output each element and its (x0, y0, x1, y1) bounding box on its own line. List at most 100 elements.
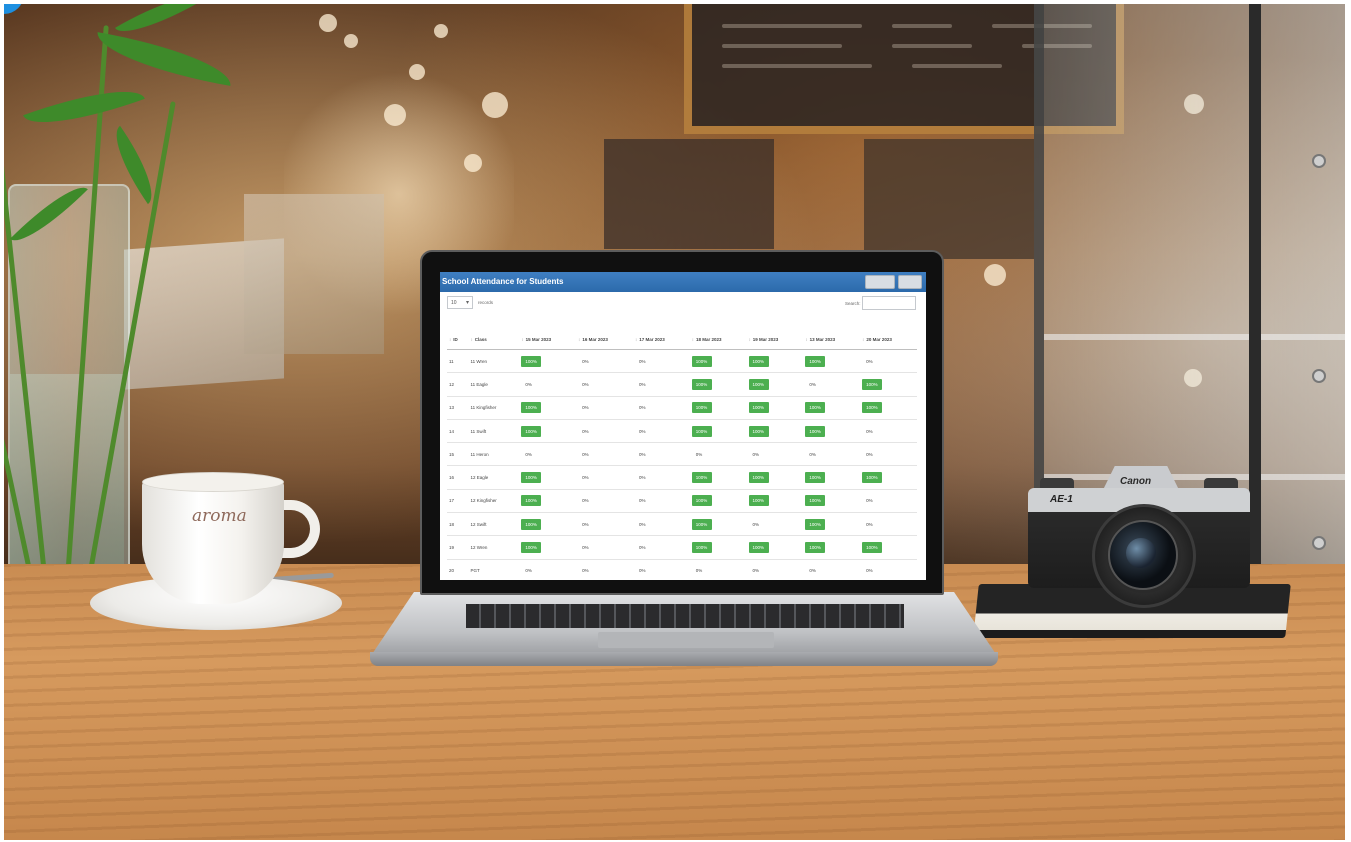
cafe-photo: aroma Canon AE-1 School Attendance for S… (4, 4, 1345, 840)
table-row[interactable]: 19 12 Wren 100% 0% 0% 100% 100% 100% 100% (447, 535, 917, 560)
attendance-cell: 0% (746, 442, 804, 466)
attendance-cell: 0% (689, 558, 747, 580)
column-header[interactable]: ↕ 20 Mar 2023 (860, 330, 917, 350)
attendance-cell: 0% (632, 558, 690, 580)
attendance-percent: 100% (748, 495, 769, 507)
attendance-cell: 100% (689, 348, 747, 373)
attendance-cell: 0% (632, 372, 690, 397)
attendance-cell: 0% (519, 558, 577, 580)
page-length-select[interactable]: 10 (447, 296, 473, 309)
column-header[interactable]: ↕ ID (447, 330, 469, 350)
column-header[interactable]: ↕ 13 Mar 2023 (803, 330, 861, 350)
table-row[interactable]: 17 12 Kingfisher 100% 0% 0% 100% 100% 100% 0% (447, 488, 917, 513)
attendance-cell: 100% (746, 348, 804, 373)
attendance-cell: 0% (803, 558, 861, 580)
table-row[interactable]: 15 11 Heron 0% 0% 0% 0% 0% 0% 0% (447, 442, 917, 466)
row-class: 11 Kingfisher (468, 395, 520, 420)
attendance-cell: 0% (860, 558, 917, 580)
attendance-cell: 100% (519, 348, 577, 373)
attendance-percent: 100% (805, 472, 826, 484)
table-row[interactable]: 11 11 Wren 100% 0% 0% 100% 100% 100% 0% (447, 348, 917, 373)
header-button[interactable] (898, 275, 922, 289)
attendance-cell: 0% (519, 442, 577, 466)
attendance-cell: 100% (746, 465, 804, 490)
column-header[interactable]: ↕ 18 Mar 2023 (689, 330, 747, 350)
row-class: 12 Swift (468, 512, 520, 536)
attendance-percent: 100% (748, 472, 769, 484)
column-header[interactable]: ↕ 15 Mar 2023 (519, 330, 577, 350)
column-header[interactable]: ↕ Class (468, 330, 520, 350)
attendance-percent: 100% (805, 495, 826, 507)
table-row[interactable]: 18 12 Swift 100% 0% 0% 100% 0% 100% 0% (447, 512, 917, 536)
attendance-percent: 0% (638, 521, 646, 527)
attendance-percent: 0% (866, 568, 873, 574)
attendance-cell: 100% (519, 488, 577, 513)
column-header[interactable]: ↕ 16 Mar 2023 (576, 330, 633, 350)
attendance-percent: 100% (862, 378, 883, 390)
attendance-percent: 0% (582, 521, 589, 527)
table-row[interactable]: 16 12 Eagle 100% 0% 0% 100% 100% 100% 100% (447, 465, 917, 490)
search-input[interactable] (862, 296, 916, 310)
attendance-percent: 100% (521, 495, 542, 507)
cabinet-frame (1249, 4, 1261, 594)
attendance-cell: 100% (746, 395, 804, 420)
attendance-cell: 100% (519, 535, 577, 560)
row-id: 15 (447, 442, 469, 466)
attendance-percent: 100% (862, 402, 883, 414)
attendance-percent: 0% (582, 381, 589, 387)
column-header[interactable]: ↕ 19 Mar 2023 (746, 330, 804, 350)
cup-rim (142, 472, 284, 492)
row-id: 14 (447, 418, 469, 443)
attendance-cell: 100% (519, 512, 577, 536)
attendance-cell: 0% (576, 465, 633, 490)
row-id: 18 (447, 512, 469, 536)
row-class: 12 Kingfisher (468, 488, 520, 513)
attendance-percent: 0% (525, 381, 532, 387)
attendance-percent: 100% (521, 518, 542, 530)
table-row[interactable]: 20 PGT 0% 0% 0% 0% 0% 0% 0% (447, 558, 917, 580)
background-papers (244, 194, 384, 354)
table-row[interactable]: 13 11 Kingfisher 100% 0% 0% 100% 100% 100% 100% (447, 395, 917, 420)
attendance-percent: 100% (748, 402, 769, 414)
attendance-cell: 100% (519, 418, 577, 443)
attendance-percent: 100% (691, 495, 712, 507)
row-id: 16 (447, 465, 469, 490)
attendance-percent: 0% (638, 451, 646, 457)
attendance-percent: 0% (638, 545, 646, 551)
background-board (864, 139, 1034, 259)
table-row[interactable]: 12 11 Eagle 0% 0% 0% 100% 100% 0% 100% (447, 372, 917, 397)
attendance-cell: 0% (632, 442, 690, 466)
attendance-percent: 0% (866, 521, 873, 527)
row-class: 11 Heron (468, 442, 520, 466)
attendance-cell: 100% (689, 372, 747, 397)
attendance-percent: 0% (752, 451, 760, 457)
attendance-cell: 0% (803, 442, 861, 466)
attendance-cell: 100% (689, 395, 747, 420)
table-row[interactable]: 14 11 Swift 100% 0% 0% 100% 100% 100% 0% (447, 418, 917, 443)
row-id: 13 (447, 395, 469, 420)
attendance-cell: 100% (860, 372, 917, 397)
camera-lens-glass (1126, 538, 1156, 568)
background-board (604, 139, 774, 249)
laptop-screen: School Attendance for Students 10 record… (440, 272, 926, 580)
attendance-percent: 0% (866, 428, 873, 434)
attendance-cell: 0% (632, 348, 690, 373)
attendance-percent: 100% (748, 378, 769, 390)
attendance-percent: 100% (691, 378, 712, 390)
header-button[interactable] (865, 275, 895, 289)
attendance-cell: 0% (632, 512, 690, 536)
attendance-cell: 100% (803, 395, 861, 420)
table-controls: 10 records Search: (440, 292, 926, 314)
attendance-percent: 100% (748, 425, 769, 437)
attendance-cell: 0% (632, 488, 690, 513)
row-id: 11 (447, 348, 469, 373)
attendance-cell: 100% (860, 465, 917, 490)
attendance-percent: 0% (582, 545, 589, 551)
attendance-percent: 0% (752, 568, 760, 574)
attendance-cell: 0% (576, 558, 633, 580)
column-header[interactable]: ↕ 17 Mar 2023 (632, 330, 690, 350)
attendance-percent: 100% (691, 542, 712, 554)
attendance-cell: 0% (746, 558, 804, 580)
attendance-percent: 100% (805, 355, 826, 367)
attendance-cell: 100% (803, 535, 861, 560)
